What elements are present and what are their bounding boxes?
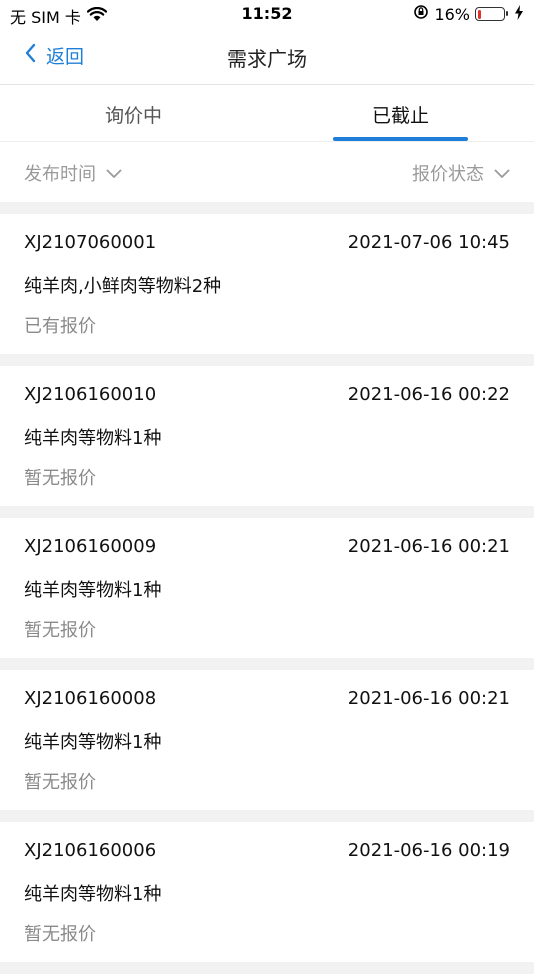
- list-item[interactable]: XJ2106160008 2021-06-16 00:21 纯羊肉等物料1种 暂…: [0, 670, 534, 810]
- quote-status: 暂无报价: [24, 772, 96, 793]
- inquiry-date: 2021-06-16 00:22: [347, 384, 510, 405]
- inquiry-date: 2021-06-16 00:21: [347, 536, 510, 557]
- tab-bar: 询价中 已截止: [0, 85, 534, 142]
- chevron-down-icon: [106, 163, 122, 184]
- inquiry-description: 纯羊肉等物料1种: [24, 884, 162, 905]
- inquiry-number: XJ2106160008: [24, 688, 157, 709]
- quote-status: 暂无报价: [24, 924, 96, 945]
- inquiry-date: 2021-06-16 00:19: [347, 840, 510, 861]
- list-item[interactable]: XJ2106160009 2021-06-16 00:21 纯羊肉等物料1种 暂…: [0, 518, 534, 658]
- inquiry-list: XJ2107060001 2021-07-06 10:45 纯羊肉,小鲜肉等物料…: [0, 202, 534, 974]
- inquiry-number: XJ2106160009: [24, 536, 157, 557]
- active-tab-indicator: [333, 137, 468, 141]
- battery-percent: 16%: [434, 4, 470, 24]
- inquiry-date: 2021-06-16 00:21: [347, 688, 510, 709]
- navigation-bar: 返回 需求广场: [0, 30, 534, 85]
- publish-time-filter[interactable]: 发布时间: [24, 160, 122, 186]
- tab-inquiring[interactable]: 询价中: [0, 85, 267, 141]
- list-item[interactable]: XJ2107060001 2021-07-06 10:45 纯羊肉,小鲜肉等物料…: [0, 214, 534, 354]
- orientation-lock-icon: [413, 4, 429, 24]
- battery-icon: [475, 7, 508, 21]
- inquiry-description: 纯羊肉等物料1种: [24, 732, 162, 753]
- charging-bolt-icon: [514, 4, 524, 24]
- inquiry-number: XJ2106160006: [24, 840, 157, 861]
- status-bar: 无 SIM 卡 11:52 16%: [0, 0, 534, 30]
- list-item[interactable]: XJ2106160006 2021-06-16 00:19 纯羊肉等物料1种 暂…: [0, 822, 534, 962]
- inquiry-description: 纯羊肉等物料1种: [24, 428, 162, 449]
- filter-bar: 发布时间 报价状态: [0, 142, 534, 202]
- quote-status: 已有报价: [24, 316, 96, 337]
- inquiry-number: XJ2107060001: [24, 232, 157, 253]
- status-right: 16%: [413, 4, 524, 24]
- list-item[interactable]: XJ2106160010 2021-06-16 00:22 纯羊肉等物料1种 暂…: [0, 366, 534, 506]
- filter-label: 发布时间: [24, 164, 96, 185]
- tab-label: 已截止: [371, 105, 429, 127]
- inquiry-number: XJ2106160010: [24, 384, 157, 405]
- page-title: 需求广场: [227, 47, 307, 71]
- inquiry-description: 纯羊肉等物料1种: [24, 580, 162, 601]
- chevron-down-icon: [494, 163, 510, 184]
- tab-closed[interactable]: 已截止: [267, 85, 534, 141]
- quote-status: 暂无报价: [24, 468, 96, 489]
- battery-level: [477, 9, 482, 19]
- tab-label: 询价中: [104, 105, 162, 127]
- quote-status: 暂无报价: [24, 620, 96, 641]
- quote-status-filter[interactable]: 报价状态: [412, 160, 510, 186]
- inquiry-date: 2021-07-06 10:45: [347, 232, 510, 253]
- filter-label: 报价状态: [412, 164, 484, 185]
- inquiry-description: 纯羊肉,小鲜肉等物料2种: [24, 276, 222, 297]
